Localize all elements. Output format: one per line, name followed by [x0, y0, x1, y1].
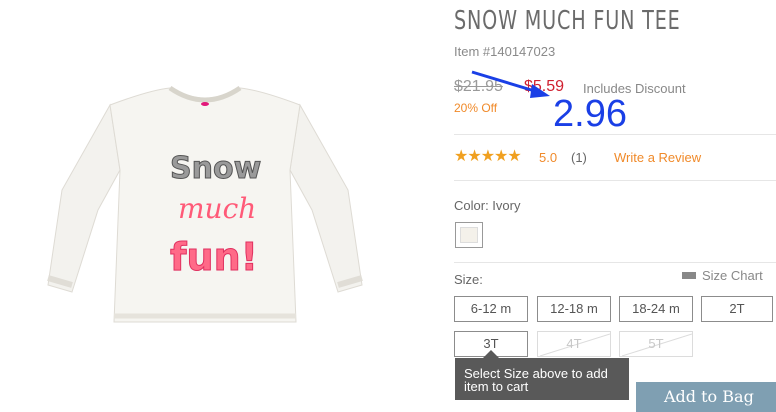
color-swatch-ivory[interactable]: [455, 222, 483, 248]
size-option-5t-unavailable: 5T: [619, 331, 693, 357]
rating-stars-icon: ★★★★★: [454, 148, 522, 165]
size-option-label: 5T: [648, 336, 664, 351]
divider: [454, 180, 776, 181]
swatch-fill: [460, 227, 478, 243]
tooltip-arrow: [483, 350, 499, 358]
color-label: Color: Ivory: [454, 198, 521, 213]
divider: [454, 262, 776, 263]
graphic-text-1: Snow: [170, 151, 261, 186]
rating-count: (1): [571, 150, 587, 165]
write-review-link[interactable]: Write a Review: [614, 150, 701, 165]
size-option-6-12m[interactable]: 6-12 m: [454, 296, 528, 322]
size-option-12-18m[interactable]: 12-18 m: [537, 296, 611, 322]
size-option-4t-unavailable: 4T: [537, 331, 611, 357]
select-size-tooltip: Select Size above to add item to cart: [455, 358, 629, 400]
item-number: Item #140147023: [454, 44, 556, 59]
size-label: Size:: [454, 272, 483, 287]
annotation-value: 2.96: [553, 93, 627, 135]
graphic-text-2: much: [178, 192, 256, 225]
size-chart-label: Size Chart: [702, 268, 763, 283]
rating-value: 5.0: [539, 150, 558, 165]
size-option-label: 4T: [566, 336, 582, 351]
annotation-arrow-icon: [471, 70, 550, 98]
graphic-text-3: fun!: [170, 235, 258, 279]
divider: [454, 134, 776, 135]
size-option-18-24m[interactable]: 18-24 m: [619, 296, 693, 322]
product-title: SNOW MUCH FUN TEE: [454, 6, 681, 36]
add-to-bag-button[interactable]: Add to Bag: [636, 382, 776, 412]
size-chart-link[interactable]: Size Chart: [682, 268, 763, 283]
tee-shirt-illustration: Snow much fun!: [47, 85, 363, 323]
ruler-icon: [682, 272, 696, 280]
product-image[interactable]: Snow much fun!: [40, 60, 370, 330]
size-option-2t[interactable]: 2T: [701, 296, 773, 322]
